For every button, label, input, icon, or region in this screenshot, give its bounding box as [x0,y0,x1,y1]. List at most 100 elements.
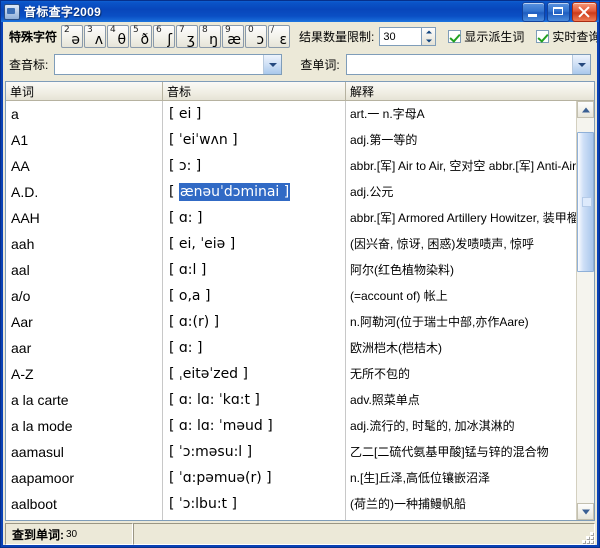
table-row[interactable]: AAH[ ɑ: ]abbr.[军] Armored Artillery Howi… [6,205,576,231]
cell-explanation: adj.公元 [346,179,576,205]
ipa-key-eth[interactable]: 5 ð [130,25,152,48]
cell-explanation: adj.流行的, 时髦的, 加冰淇淋的 [346,413,576,439]
header-scrollbar-spacer [577,82,594,100]
ipa-key-esh[interactable]: 6 ʃ [153,25,175,48]
selected-phonetic-text: ænəuˈdɔminai ] [179,183,290,201]
ipa-key-sup: 3 [87,25,93,35]
result-limit-input[interactable] [379,27,421,46]
maximize-button[interactable] [547,2,570,22]
table-row[interactable]: aar[ ɑ: ]欧洲桤木(桤桔木) [6,335,576,361]
chevron-down-icon[interactable] [263,55,281,74]
grid-header-row: 单词 音标 解释 [6,82,594,101]
cell-phonetic: [ ˈɑ:pəmuə(r) ] [163,465,346,491]
checkbox-check-icon[interactable] [536,30,549,43]
table-row[interactable]: A.D.[ ænəuˈdɔminai ]adj.公元 [6,179,576,205]
table-row[interactable]: a[ ei ]art.一 n.字母A [6,101,576,127]
ipa-key-sup: 0 [248,25,254,35]
table-row[interactable]: Aalborg[ ˈɔ:lbɔ:g ]奥尔堡[丹麦] [6,517,576,520]
table-row[interactable]: A-Z[ ˌeitəˈzed ]无所不包的 [6,361,576,387]
minimize-button[interactable] [522,2,545,22]
cell-word: a [6,101,163,127]
ipa-key-caret[interactable]: 3 ʌ [84,25,106,48]
scroll-down-icon[interactable] [577,503,594,520]
search-bar: 查音标: 查单词: [3,51,597,81]
table-row[interactable]: A1[ ˈeiˈwʌn ]adj.第一等的 [6,127,576,153]
status-right-pane [133,523,595,545]
cell-phonetic: [ ænəuˈdɔminai ] [163,179,346,205]
show-derived-checkbox[interactable]: 显示派生词 [448,28,524,45]
cell-word: a/o [6,283,163,309]
cell-phonetic: [ ˈeiˈwʌn ] [163,127,346,153]
result-limit-stepper[interactable] [379,27,436,46]
scroll-up-icon[interactable] [577,101,594,118]
search-word-combobox[interactable] [346,54,591,75]
table-row[interactable]: aal[ ɑ:l ]阿尔(红色植物染料) [6,257,576,283]
ipa-key-glyph: ð [140,32,149,48]
ipa-key-epsilon[interactable]: / ɛ [268,25,290,48]
checkbox-check-icon[interactable] [448,30,461,43]
cell-explanation: abbr.[军] Armored Artillery Howitzer, 装甲榴… [346,205,576,231]
cell-phonetic: [ ˌeitəˈzed ] [163,361,346,387]
resize-grip-icon[interactable] [579,529,593,543]
column-header-word[interactable]: 单词 [6,82,163,100]
result-limit-spin-buttons[interactable] [421,27,436,46]
cell-explanation: 阿尔(红色植物染料) [346,257,576,283]
application-window: 音标查字2009 特殊字符 2 ə 3 ʌ 4 θ [0,0,600,548]
vertical-scrollbar[interactable] [576,101,594,520]
special-chars-label: 特殊字符 [7,28,61,45]
table-row[interactable]: aah[ ei, ˈeiə ](因兴奋, 惊讶, 困惑)发啧啧声, 惊呼 [6,231,576,257]
ipa-key-eng[interactable]: 8 ŋ [199,25,221,48]
ipa-key-glyph: ɔ [256,32,264,48]
ipa-key-ash[interactable]: 9 æ [222,25,244,48]
search-word-input[interactable] [347,55,572,74]
cell-phonetic: [ ˈɔ:lbu:t ] [163,491,346,517]
ipa-key-schwa[interactable]: 2 ə [61,25,83,48]
status-count-label: 查到单词: [12,526,64,543]
close-button[interactable] [572,2,597,22]
cell-word: a la mode [6,413,163,439]
cell-explanation: adj.第一等的 [346,127,576,153]
cell-word: A-Z [6,361,163,387]
column-header-explanation[interactable]: 解释 [346,82,577,100]
ipa-key-open-o[interactable]: 0 ɔ [245,25,267,48]
table-row[interactable]: aalboot[ ˈɔ:lbu:t ](荷兰的)一种捕鳗帆船 [6,491,576,517]
ipa-key-sup: 4 [110,25,116,35]
ipa-key-theta[interactable]: 4 θ [107,25,129,48]
ipa-key-ezh[interactable]: 7 ʒ [176,25,198,48]
ipa-key-glyph: θ [117,32,126,48]
cell-word: a la carte [6,387,163,413]
cell-explanation: 乙二[二硫代氨基甲酸]锰与锌的混合物 [346,439,576,465]
cell-word: Aalborg [6,517,163,520]
cell-phonetic: [ ˈɔ:lbɔ:g ] [163,517,346,520]
cell-explanation: (因兴奋, 惊讶, 困惑)发啧啧声, 惊呼 [346,231,576,257]
cell-explanation: 奥尔堡[丹麦] [346,517,576,520]
cell-explanation: 欧洲桤木(桤桔木) [346,335,576,361]
scrollbar-track[interactable] [577,118,594,503]
table-row[interactable]: a la mode[ ɑ: lɑ: ˈməud ]adj.流行的, 时髦的, 加… [6,413,576,439]
cell-word: aar [6,335,163,361]
table-row[interactable]: Aar[ ɑ:(r) ]n.阿勒河(位于瑞士中部,亦作Aare) [6,309,576,335]
ipa-key-glyph: ʒ [187,32,195,48]
column-header-phonetic[interactable]: 音标 [163,82,346,100]
grid-rows[interactable]: a[ ei ]art.一 n.字母AA1[ ˈeiˈwʌn ]adj.第一等的A… [6,101,576,520]
chevron-down-icon[interactable] [572,55,590,74]
realtime-query-checkbox[interactable]: 实时查询 [536,28,597,45]
ipa-key-sup: 7 [179,25,185,35]
search-ipa-input[interactable] [55,55,263,74]
cell-phonetic: [ ɑ: lɑ: ˈkɑ:t ] [163,387,346,413]
table-row[interactable]: a la carte[ ɑ: lɑ: ˈkɑ:t ]adv.照菜单点 [6,387,576,413]
cell-word: AAH [6,205,163,231]
table-row[interactable]: a/o[ o,a ](=account of) 帐上 [6,283,576,309]
status-bar: 查到单词: 30 [5,523,595,545]
table-row[interactable]: aamasul[ ˈɔ:məsu:l ]乙二[二硫代氨基甲酸]锰与锌的混合物 [6,439,576,465]
scrollbar-thumb[interactable] [577,132,594,272]
table-row[interactable]: aapamoor[ ˈɑ:pəmuə(r) ]n.[生]丘泽,高低位镶嵌沼泽 [6,465,576,491]
spin-up-icon[interactable] [422,28,435,37]
title-bar[interactable]: 音标查字2009 [1,1,599,22]
search-ipa-combobox[interactable] [54,54,282,75]
table-row[interactable]: AA[ ɔ: ]abbr.[军] Air to Air, 空对空 abbr.[军… [6,153,576,179]
status-count-value: 30 [66,529,77,540]
ipa-key-sup: 8 [202,25,208,35]
ipa-key-glyph: ʃ [167,32,172,48]
spin-down-icon[interactable] [422,37,435,46]
